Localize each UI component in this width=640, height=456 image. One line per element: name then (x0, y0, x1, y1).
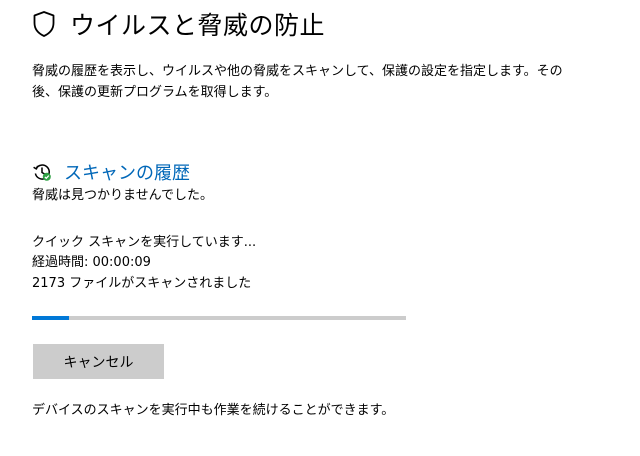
footer-note: デバイスのスキャンを実行中も作業を続けることができます。 (32, 403, 395, 418)
scan-progress-bar (32, 316, 406, 320)
files-scanned-text: 2173 ファイルがスキャンされました (32, 276, 252, 291)
page-title: ウイルスと脅威の防止 (70, 11, 326, 40)
scan-history-link[interactable]: スキャンの履歴 (64, 159, 190, 185)
shield-icon (32, 9, 60, 39)
page-header: ウイルスと脅威の防止 (32, 4, 325, 44)
page-description: 脅威の履歴を表示し、ウイルスや他の脅威をスキャンして、保護の設定を指定します。そ… (32, 64, 563, 100)
scan-history-header[interactable]: スキャンの履歴 (32, 158, 190, 186)
threat-status-text: 脅威は見つかりませんでした。 (32, 188, 213, 203)
scan-running-text: クイック スキャンを実行しています... (32, 235, 257, 250)
elapsed-time-text: 経過時間: 00:00:09 (32, 255, 151, 270)
scan-progress-fill (32, 316, 70, 320)
history-clock-icon (32, 162, 52, 182)
cancel-scan-button[interactable]: キャンセル (33, 344, 164, 379)
